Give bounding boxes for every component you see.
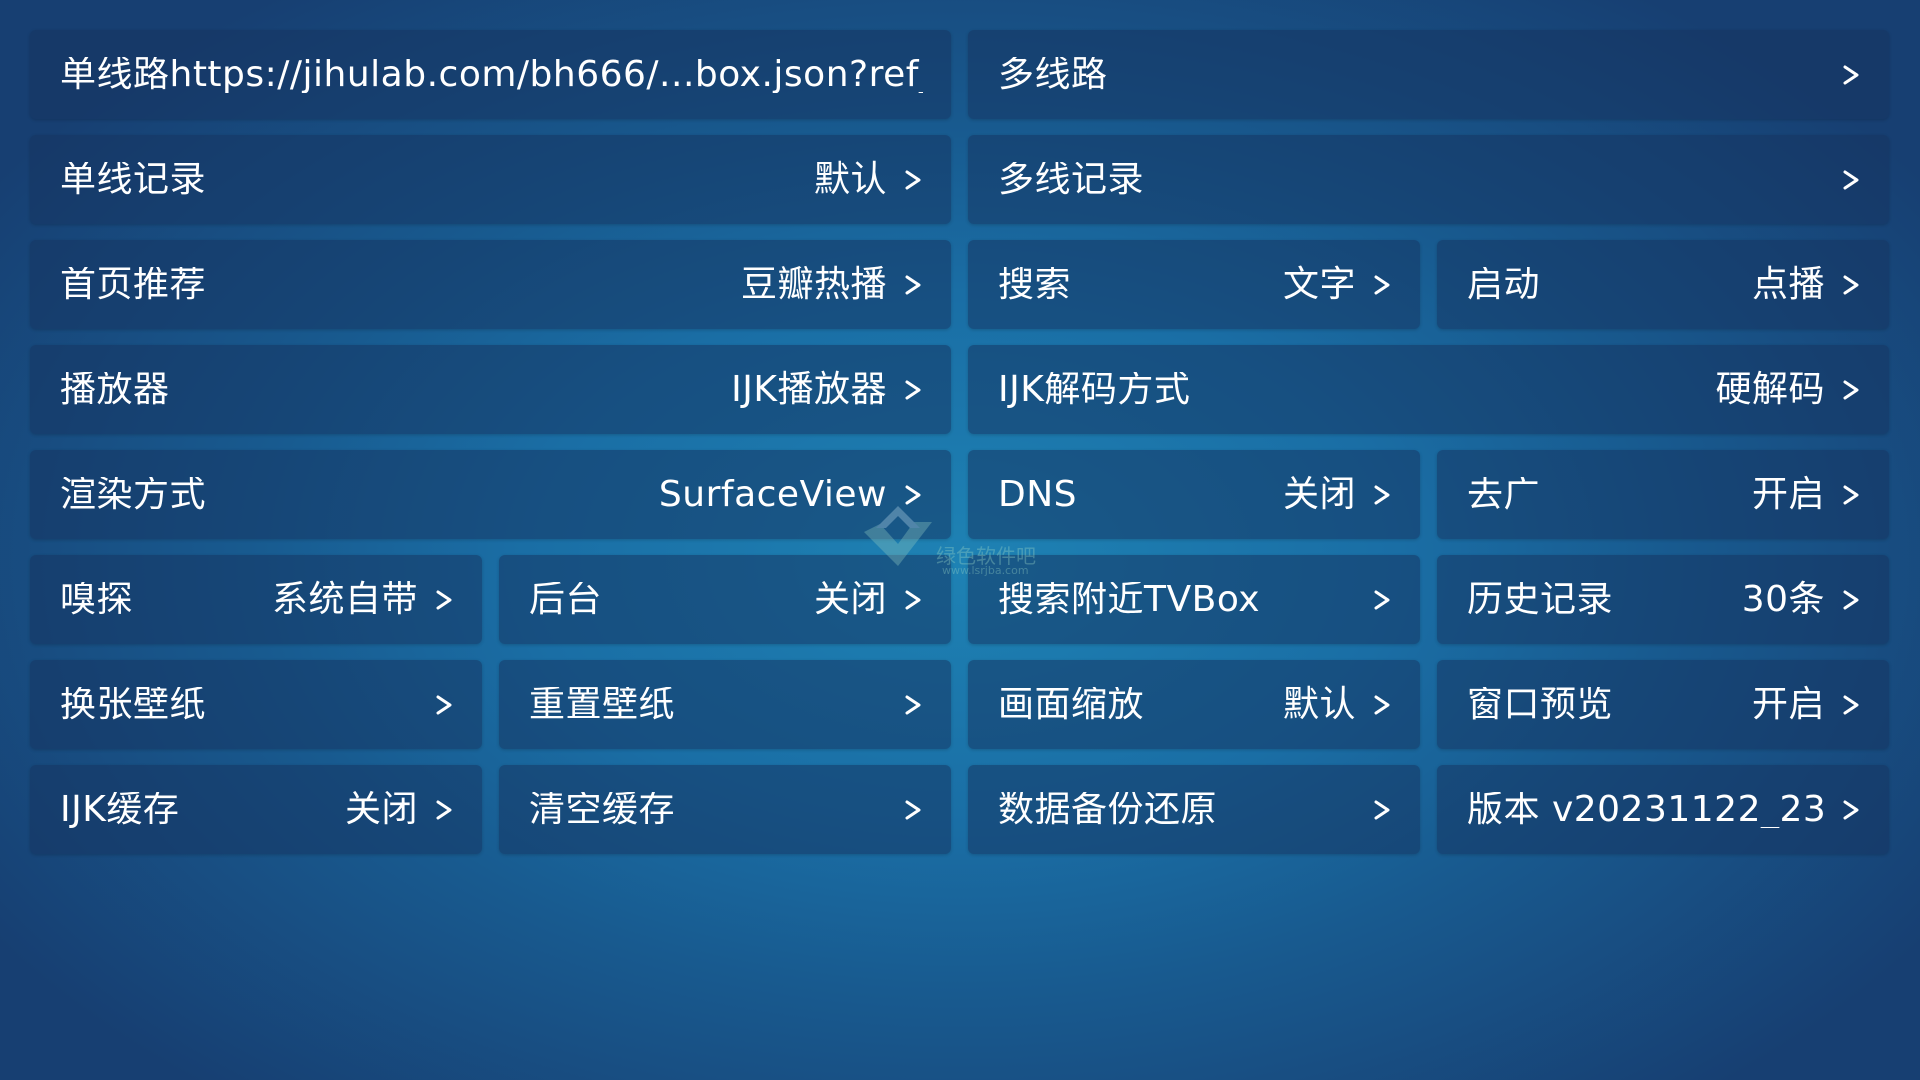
chevron-right-icon (903, 477, 923, 513)
setting-value: 默认 (1282, 683, 1356, 725)
setting-value: 关闭 (1282, 473, 1356, 515)
setting-dns[interactable]: DNS 关闭 (968, 450, 1420, 539)
setting-label: 去广 (1467, 476, 1541, 513)
setting-background[interactable]: 后台 关闭 (499, 555, 951, 644)
setting-value: 系统自带 (271, 578, 418, 620)
setting-render-mode[interactable]: 渲染方式 SurfaceView (30, 450, 951, 539)
setting-multi-record[interactable]: 多线记录 (968, 135, 1889, 224)
chevron-right-icon (903, 687, 923, 723)
chevron-right-icon (434, 582, 454, 618)
chevron-right-icon (1841, 687, 1861, 723)
setting-search-nearby[interactable]: 搜索附近TVBox (968, 555, 1420, 644)
setting-label: 启动 (1467, 266, 1541, 303)
setting-label: 渲染方式 (60, 476, 207, 513)
chevron-right-icon (1841, 162, 1861, 198)
setting-change-wallpaper[interactable]: 换张壁纸 (30, 660, 482, 749)
setting-label: 嗅探 (60, 581, 134, 618)
setting-label: 窗口预览 (1467, 686, 1614, 723)
setting-history[interactable]: 历史记录 30条 (1437, 555, 1889, 644)
chevron-right-icon (1841, 372, 1861, 408)
setting-label: 多线路 (998, 56, 1108, 93)
chevron-right-icon (1841, 792, 1861, 828)
setting-search[interactable]: 搜索 文字 (968, 240, 1420, 329)
setting-value: SurfaceView (658, 473, 887, 515)
chevron-right-icon (434, 687, 454, 723)
chevron-right-icon (1841, 57, 1861, 93)
setting-value: 30条 (1741, 578, 1825, 620)
chevron-right-icon (903, 267, 923, 303)
chevron-right-icon (1372, 267, 1392, 303)
chevron-right-icon (1841, 582, 1861, 618)
chevron-right-icon (434, 792, 454, 828)
chevron-right-icon (903, 792, 923, 828)
setting-multi-line[interactable]: 多线路 (968, 30, 1889, 119)
setting-ijk-decode[interactable]: IJK解码方式 硬解码 (968, 345, 1889, 434)
chevron-right-icon (1372, 687, 1392, 723)
setting-version[interactable]: 版本 v20231122_2357 (1437, 765, 1889, 854)
setting-value: IJK播放器 (731, 368, 887, 410)
setting-label: 历史记录 (1467, 581, 1614, 618)
setting-label: 数据备份还原 (998, 791, 1218, 828)
setting-screen-scale[interactable]: 画面缩放 默认 (968, 660, 1420, 749)
setting-value: 硬解码 (1715, 368, 1825, 410)
setting-label: 清空缓存 (529, 791, 676, 828)
setting-value: 关闭 (813, 578, 887, 620)
setting-ijk-cache[interactable]: IJK缓存 关闭 (30, 765, 482, 854)
setting-label: 换张壁纸 (60, 686, 207, 723)
chevron-right-icon (1372, 792, 1392, 828)
setting-label: 单线记录 (60, 161, 207, 198)
chevron-right-icon (1841, 267, 1861, 303)
chevron-right-icon (1841, 477, 1861, 513)
setting-value: 豆瓣热播 (740, 263, 887, 305)
setting-label: 画面缩放 (998, 686, 1145, 723)
setting-label: 首页推荐 (60, 266, 207, 303)
setting-player[interactable]: 播放器 IJK播放器 (30, 345, 951, 434)
chevron-right-icon (903, 582, 923, 618)
setting-label: 重置壁纸 (529, 686, 676, 723)
setting-label: 单线路https://jihulab.com/bh666/...box.json… (60, 56, 923, 93)
settings-grid: 单线路https://jihulab.com/bh666/...box.json… (30, 30, 1890, 854)
setting-value: 文字 (1282, 263, 1356, 305)
setting-value: 默认 (813, 158, 887, 200)
setting-label: 搜索 (998, 266, 1072, 303)
setting-label: 版本 v20231122_2357 (1467, 791, 1825, 828)
setting-label: 后台 (529, 581, 603, 618)
setting-home-recommend[interactable]: 首页推荐 豆瓣热播 (30, 240, 951, 329)
setting-reset-wallpaper[interactable]: 重置壁纸 (499, 660, 951, 749)
setting-label: 搜索附近TVBox (998, 581, 1261, 618)
chevron-right-icon (1372, 477, 1392, 513)
setting-data-backup[interactable]: 数据备份还原 (968, 765, 1420, 854)
setting-label: IJK解码方式 (998, 371, 1191, 408)
setting-value: 点播 (1751, 263, 1825, 305)
chevron-right-icon (1372, 582, 1392, 618)
setting-sniff[interactable]: 嗅探 系统自带 (30, 555, 482, 644)
setting-startup[interactable]: 启动 点播 (1437, 240, 1889, 329)
setting-label: 多线记录 (998, 161, 1145, 198)
setting-ad-block[interactable]: 去广 开启 (1437, 450, 1889, 539)
setting-clear-cache[interactable]: 清空缓存 (499, 765, 951, 854)
setting-single-record[interactable]: 单线记录 默认 (30, 135, 951, 224)
setting-window-preview[interactable]: 窗口预览 开启 (1437, 660, 1889, 749)
setting-label: DNS (998, 476, 1078, 513)
chevron-right-icon (903, 162, 923, 198)
setting-label: 播放器 (60, 371, 170, 408)
chevron-right-icon (903, 372, 923, 408)
setting-label: IJK缓存 (60, 791, 180, 828)
setting-value: 开启 (1751, 473, 1825, 515)
setting-value: 关闭 (344, 788, 418, 830)
setting-value: 开启 (1751, 683, 1825, 725)
setting-single-line[interactable]: 单线路https://jihulab.com/bh666/...box.json… (30, 30, 951, 119)
